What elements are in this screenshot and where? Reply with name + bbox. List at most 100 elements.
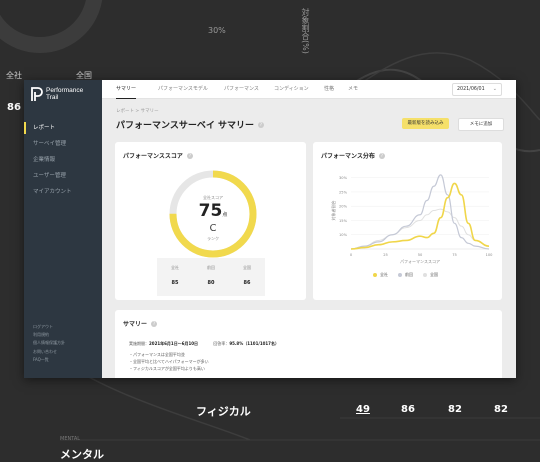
y-tick-label: 15%	[339, 219, 348, 223]
bg-mental-sub: MENTAL	[60, 436, 81, 442]
stat-value: 86	[243, 280, 251, 286]
date-select-value: 2021/06/01	[457, 87, 485, 92]
bg-row-value: 49	[356, 404, 370, 415]
page-title: パフォーマンスサーベイ サマリー	[116, 121, 254, 131]
bg-left-value: 86	[7, 102, 21, 113]
chevron-down-icon: ⌄	[492, 86, 497, 92]
y-tick-label: 20%	[339, 205, 348, 209]
legend-swatch	[398, 273, 402, 277]
load-latest-button[interactable]: 最新版を読み込み	[402, 118, 449, 129]
sidebar-item-report[interactable]: レポート	[24, 120, 102, 136]
stat-national: 全国 86	[229, 258, 265, 286]
breadcrumb: レポート > サマリー	[116, 109, 159, 114]
bg-row-value: 86	[401, 404, 415, 415]
x-tick-label: 0	[350, 253, 353, 257]
add-memo-button[interactable]: メモに追加	[458, 118, 504, 131]
sidebar-link-terms[interactable]: 利用規約	[33, 331, 65, 339]
y-tick-label: 30%	[339, 176, 348, 180]
brand-logo[interactable]: Performance Trail	[31, 86, 83, 102]
summary-bullet: ・フィジカルスコアが全国平均よりも高い	[129, 366, 205, 371]
period-value: 2021年6月1日〜6月10日	[149, 341, 199, 346]
sidebar-nav: レポート サーベイ管理 企業情報 ユーザー管理 マイアカウント	[24, 120, 102, 200]
legend-item-national: 全国	[423, 272, 438, 278]
sidebar-item-company[interactable]: 企業情報	[24, 152, 102, 168]
summary-meta: 実施期間：2021年6月1日〜6月10日 回答率：95.8%（1101/1017…	[129, 340, 279, 347]
legend-swatch	[423, 273, 427, 277]
top-tab-bar: サマリー パフォーマンスモデル パフォーマンス コンディション 性格 メモ 20…	[102, 80, 516, 99]
tab-performance-model[interactable]: パフォーマンスモデル	[158, 80, 208, 98]
y-tick-label: 25%	[339, 190, 348, 194]
bg-row-label: フィジカル	[196, 405, 251, 418]
summary-bullet: ・パフォーマンスは全国平均並	[129, 352, 185, 357]
tab-condition[interactable]: コンディション	[274, 80, 309, 98]
bg-row-value: 82	[448, 404, 462, 415]
sidebar-link-faq[interactable]: FAQ一覧	[33, 356, 65, 364]
bg-top-label-company: 全社	[6, 71, 22, 80]
score-card-header: パフォーマンススコア ?	[123, 151, 193, 160]
rank-caption: ランク	[207, 236, 219, 241]
y-axis-label: 対象者割合	[330, 201, 336, 221]
stat-company: 全社 85	[157, 258, 193, 286]
app-window: Performance Trail レポート サーベイ管理 企業情報 ユーザー管…	[24, 80, 516, 378]
x-tick-label: 100	[486, 253, 494, 257]
rate-label: 回答率：	[213, 341, 230, 346]
chart-legend: 全社 前回 全国	[373, 272, 448, 278]
score-card: パフォーマンススコア ? 全社スコア 75点 C ランク 全社 85 前回 80…	[115, 142, 306, 300]
page-title-row: パフォーマンスサーベイ サマリー ?	[116, 118, 264, 131]
sidebar-item-users[interactable]: ユーザー管理	[24, 168, 102, 184]
x-tick-label: 25	[383, 253, 388, 257]
x-axis-label: パフォーマンススコア	[400, 259, 440, 264]
stat-value: 85	[171, 280, 179, 286]
sidebar-item-survey[interactable]: サーベイ管理	[24, 136, 102, 152]
score-card-title: パフォーマンススコア	[123, 153, 183, 160]
stat-label: 全国	[243, 265, 251, 270]
logo-mark-icon	[31, 87, 43, 101]
sidebar: Performance Trail レポート サーベイ管理 企業情報 ユーザー管…	[24, 80, 102, 378]
legend-swatch	[373, 273, 377, 277]
summary-bullet: ・全国平均と比べてハイパフォーマーが多い	[129, 359, 209, 364]
x-tick-label: 75	[452, 253, 457, 257]
stat-previous: 前回 80	[193, 258, 229, 286]
period-label: 実施期間：	[129, 341, 149, 346]
legend-label: 全社	[380, 272, 388, 277]
legend-item-previous: 前回	[398, 272, 413, 278]
sidebar-footer: ログアウト 利用規約 個人情報保護方針 お問い合わせ FAQ一覧	[33, 323, 65, 364]
brand-name-line2: Trail	[46, 94, 59, 101]
series-line-previous	[350, 174, 490, 250]
tab-summary[interactable]: サマリー	[116, 80, 137, 99]
series-line-company	[350, 182, 490, 250]
rate-value: 95.8%（1101/1017名）	[229, 341, 279, 346]
info-icon[interactable]: ?	[257, 121, 264, 128]
distribution-card: パフォーマンス分布 ? 10% 15% 20% 25% 30% 0 25 50 75 100 パフォ…	[313, 142, 502, 300]
summary-title: サマリー	[123, 321, 148, 328]
legend-item-company: 全社	[373, 272, 388, 278]
sidebar-link-privacy[interactable]: 個人情報保護方針	[33, 339, 65, 347]
info-icon[interactable]: ?	[151, 320, 158, 327]
sidebar-link-logout[interactable]: ログアウト	[33, 323, 65, 331]
score-stats: 全社 85 前回 80 全国 86	[157, 258, 265, 296]
tab-personality[interactable]: 性格	[324, 80, 334, 98]
summary-card-header: サマリー ?	[123, 319, 158, 328]
summary-body: 実施期間：2021年6月1日〜6月10日 回答率：95.8%（1101/1017…	[129, 340, 279, 372]
legend-label: 全国	[430, 272, 438, 277]
gauge-score-row: 75点	[168, 201, 258, 221]
bg-row-value: 82	[494, 404, 508, 415]
x-tick-label: 50	[418, 253, 423, 257]
summary-card: サマリー ? 実施期間：2021年6月1日〜6月10日 回答率：95.8%（11…	[115, 310, 502, 378]
legend-label: 前回	[405, 272, 413, 277]
brand-name-line1: Performance	[46, 87, 84, 94]
rank-value: C	[209, 223, 217, 234]
score-unit: 点	[222, 212, 228, 218]
sidebar-link-contact[interactable]: お問い合わせ	[33, 348, 65, 356]
bg-axis-percent: 30%	[208, 26, 226, 35]
stat-label: 全社	[171, 265, 179, 270]
bg-vertical-label: 対象割合(%)	[301, 8, 310, 54]
stat-value: 80	[207, 280, 215, 286]
date-select[interactable]: 2021/06/01 ⌄	[452, 83, 502, 96]
tab-memo[interactable]: メモ	[348, 80, 358, 98]
tab-performance[interactable]: パフォーマンス	[224, 80, 259, 98]
info-icon[interactable]: ?	[186, 152, 193, 159]
score-value: 75	[198, 201, 223, 221]
y-tick-label: 10%	[339, 233, 348, 237]
sidebar-item-account[interactable]: マイアカウント	[24, 184, 102, 200]
